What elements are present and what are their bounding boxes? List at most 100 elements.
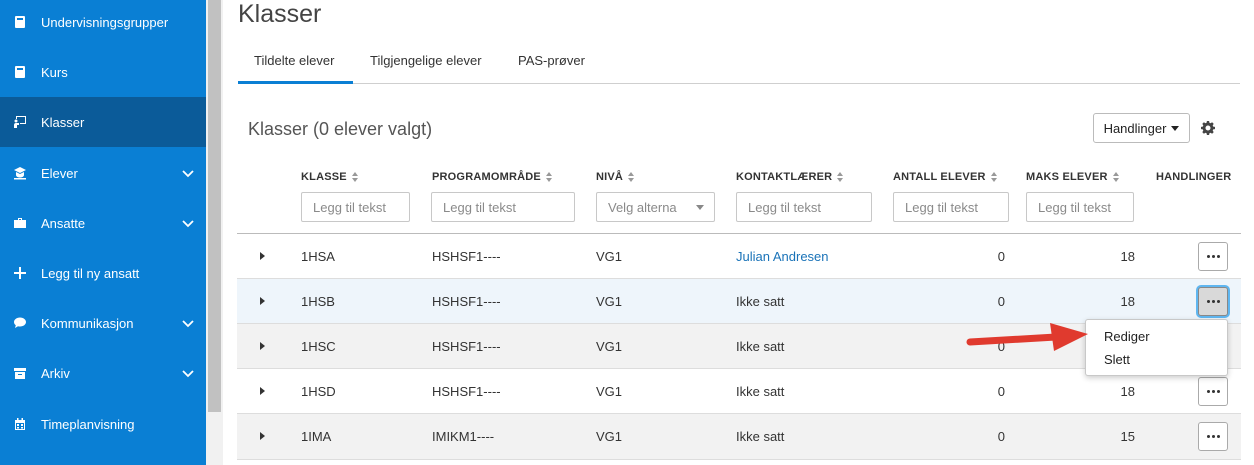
filter-niva-select[interactable]: Velg alterna [596,192,715,222]
sidebar-item-label: Undervisningsgrupper [41,14,169,30]
table-row[interactable]: 1IMA IMIKM1---- VG1 Ikke satt 0 15 [237,414,1241,460]
row-actions-menu: Rediger Slett [1085,319,1228,376]
row-actions-button[interactable] [1198,287,1228,316]
row-actions-button[interactable] [1198,242,1228,271]
sidebar-item-undervisningsgrupper[interactable]: Undervisningsgrupper [0,0,206,47]
sort-icon [1112,172,1120,182]
cell-kontaktlaerer: Ikke satt [736,384,785,399]
column-header-kontaktlaerer[interactable]: KONTAKTLÆRER [736,171,844,183]
cell-klasse: 1IMA [301,429,332,444]
row-actions-button[interactable] [1198,422,1228,451]
cell-programomrade: HSHSF1---- [432,294,501,309]
cell-kontaktlaerer: Ikke satt [736,429,785,444]
gear-icon[interactable] [1200,120,1216,136]
cell-antall-elever: 0 [997,294,1005,309]
filter-antall-elever-input[interactable]: Legg til tekst [893,192,1009,222]
expand-row-icon[interactable] [260,387,265,395]
sidebar: Undervisningsgrupper Kurs Klasser Elever… [0,0,206,465]
cell-niva: VG1 [596,384,623,399]
page-title: Klasser [238,0,322,28]
handlinger-label: Handlinger [1103,120,1167,136]
sidebar-scrollbar-thumb[interactable] [208,0,221,412]
tab-tildelte-elever[interactable]: Tildelte elever [254,53,334,68]
more-dots-icon [1206,300,1220,303]
table-row[interactable]: 1HSA HSHSF1---- VG1 Julian Andresen 0 18 [237,234,1241,279]
cell-niva: VG1 [596,429,623,444]
archive-icon [13,366,27,380]
cell-niva: VG1 [596,294,623,309]
cell-antall-elever: 0 [997,249,1005,264]
chevron-down-icon [182,317,194,329]
caret-down-icon [696,205,704,210]
cell-klasse: 1HSA [301,249,335,264]
book-icon [13,65,27,79]
cell-antall-elever: 0 [997,429,1005,444]
chat-bubble-icon [13,316,27,330]
sidebar-item-ansatte[interactable]: Ansatte [0,198,206,248]
column-header-antall-elever[interactable]: ANTALL ELEVER [893,171,998,183]
sidebar-item-legg-til-ny-ansatt[interactable]: Legg til ny ansatt [0,248,206,298]
expand-row-icon[interactable] [260,297,265,305]
sidebar-item-elever[interactable]: Elever [0,148,206,198]
filter-klasse-input[interactable]: Legg til tekst [301,192,410,222]
column-header-niva[interactable]: NIVÅ [596,171,635,183]
expand-row-icon[interactable] [260,342,265,350]
filter-programomrade-input[interactable]: Legg til tekst [431,192,575,222]
cell-maks-elever: 18 [1120,294,1135,309]
menu-item-slett[interactable]: Slett [1104,352,1130,367]
chevron-down-icon [182,167,194,179]
handlinger-dropdown-button[interactable]: Handlinger [1093,113,1190,143]
cell-klasse: 1HSD [301,384,336,399]
active-tab-indicator [238,81,353,84]
sidebar-item-arkiv[interactable]: Arkiv [0,348,206,398]
cell-antall-elever: 0 [997,384,1005,399]
sidebar-item-label: Legg til ny ansatt [41,265,140,281]
more-dots-icon [1206,435,1220,438]
cell-kontaktlaerer: Ikke satt [736,294,785,309]
tab-tilgjengelige-elever[interactable]: Tilgjengelige elever [370,53,482,68]
sidebar-item-label: Kurs [41,64,68,80]
cell-klasse: 1HSB [301,294,335,309]
sidebar-item-label: Kommunikasjon [41,315,134,331]
tab-pas-prover[interactable]: PAS-prøver [518,53,585,68]
cell-kontaktlaerer-link[interactable]: Julian Andresen [736,249,829,264]
cell-programomrade: HSHSF1---- [432,249,501,264]
cell-niva: VG1 [596,339,623,354]
sidebar-item-klasser[interactable]: Klasser [0,97,206,147]
sort-icon [628,172,635,182]
column-header-klasse[interactable]: KLASSE [301,171,359,183]
cell-programomrade: HSHSF1---- [432,384,501,399]
menu-item-rediger[interactable]: Rediger [1104,329,1150,344]
sidebar-item-kurs[interactable]: Kurs [0,47,206,97]
column-header-maks-elever[interactable]: MAKS ELEVER [1026,171,1120,183]
filter-kontaktlaerer-input[interactable]: Legg til tekst [736,192,872,222]
expand-row-icon[interactable] [260,432,265,440]
more-dots-icon [1206,390,1220,393]
cell-maks-elever: 15 [1120,429,1135,444]
cell-kontaktlaerer: Ikke satt [736,339,785,354]
section-title: Klasser (0 elever valgt) [248,119,433,139]
cell-maks-elever: 18 [1120,384,1135,399]
plus-icon [13,266,27,280]
cell-programomrade: IMIKM1---- [432,429,495,444]
sort-icon [545,172,553,182]
column-header-programomrade[interactable]: PROGRAMOMRÅDE [432,171,553,183]
sidebar-item-timeplanvisning[interactable]: Timeplanvisning [0,399,206,449]
filter-maks-elever-input[interactable]: Legg til tekst [1026,192,1134,222]
calendar-icon [13,417,27,431]
expand-row-icon[interactable] [260,252,265,260]
cell-klasse: 1HSC [301,339,336,354]
cell-maks-elever: 18 [1120,249,1135,264]
row-actions-button[interactable] [1198,377,1228,406]
book-icon [13,15,27,29]
filter-niva-placeholder: Velg alterna [608,199,677,215]
tab-bar: Tildelte elever Tilgjengelige elever PAS… [238,40,1240,84]
sort-icon [990,172,998,182]
chevron-down-icon [182,367,194,379]
cell-programomrade: HSHSF1---- [432,339,501,354]
sidebar-item-label: Timeplanvisning [41,416,135,432]
sidebar-item-label: Arkiv [41,365,70,381]
chevron-down-icon [182,217,194,229]
cell-niva: VG1 [596,249,623,264]
sidebar-item-kommunikasjon[interactable]: Kommunikasjon [0,298,206,348]
